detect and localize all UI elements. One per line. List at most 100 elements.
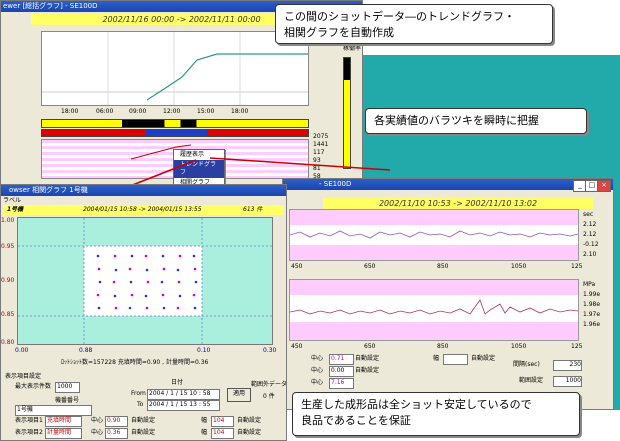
scatter-point: [192, 293, 196, 297]
x-tick: 0.30: [263, 347, 277, 354]
scatter-point: [162, 267, 166, 271]
width-label: 幅: [433, 355, 440, 362]
scatter-point: [176, 306, 180, 310]
width1-field[interactable]: 104: [211, 416, 234, 427]
auto-label: 自動設定: [131, 417, 156, 424]
top-trend-plot: [289, 209, 579, 261]
scatter-point: [161, 293, 165, 297]
width2-field[interactable]: 104: [211, 428, 234, 439]
apply-button[interactable]: 適用: [227, 388, 251, 402]
width-label: 幅: [201, 417, 208, 424]
bottom-trend-line: [289, 299, 579, 315]
scatter-point: [178, 254, 182, 258]
to-label: To: [137, 401, 144, 408]
center1-field[interactable]: 0.90: [105, 416, 128, 427]
scatter-point: [130, 293, 134, 297]
bottom-tick: 1.99e: [583, 291, 601, 298]
scatter-count: 613 件: [243, 206, 263, 213]
extra-value: 0 件: [263, 393, 275, 400]
scatter-point: [98, 280, 102, 284]
y-tick: 0.90: [1, 277, 15, 284]
scatter-title-text: owser 相関グラフ 1号機: [9, 186, 88, 194]
scatter-point: [113, 254, 117, 258]
y-tick: 0.80: [1, 339, 15, 346]
close-button[interactable]: ×: [597, 180, 611, 192]
width-field-1[interactable]: [443, 354, 468, 365]
x-tick: 450: [291, 343, 303, 350]
center-label: 中心: [91, 417, 104, 424]
scatter-point: [112, 280, 116, 284]
period-field[interactable]: 1000: [553, 376, 582, 387]
top-tick: 2.12: [583, 231, 597, 238]
scatter-point: [114, 268, 118, 272]
x-tick: 1050: [511, 263, 527, 270]
machine-no-select[interactable]: 1号機: [15, 405, 92, 416]
scatter-points: [96, 254, 198, 310]
center2-field[interactable]: 0.36: [105, 428, 128, 439]
top-trend-line: [289, 230, 579, 239]
scatter-point: [145, 306, 149, 310]
item1-label: 表示項目1: [15, 417, 43, 424]
from-label: From: [131, 390, 146, 397]
bottom-trend-plot: [289, 279, 579, 341]
x-tick: 450: [291, 263, 303, 270]
y-tick: 0.95: [1, 243, 15, 250]
center-field-3[interactable]: 7.16: [329, 378, 354, 389]
scatter-point: [160, 280, 164, 284]
date-label: 日付: [171, 379, 184, 386]
auto-label: 自動設定: [237, 429, 262, 436]
callout-quality: 生産した成形品は全ショット安定しているので 良品であることを保証: [292, 392, 580, 436]
top-tick: -0.12: [583, 241, 599, 248]
scatter-point: [97, 267, 101, 271]
x-tick: 0.88: [79, 347, 93, 354]
center-label: 中心: [91, 429, 104, 436]
trend-title-text: - SE100D: [319, 180, 352, 188]
center-field-1[interactable]: 0.71: [329, 354, 354, 365]
auto-label: 自動設定: [355, 367, 380, 374]
trend-range: 2002/11/10 10:53 -> 2002/11/10 13:02: [323, 198, 593, 209]
scatter-point: [114, 306, 118, 310]
top-unit: sec: [583, 211, 594, 218]
extra-label: 範囲外データ: [251, 381, 288, 388]
interval-field[interactable]: 230: [553, 360, 582, 371]
settings-title: 表示項目設定: [5, 373, 42, 380]
item2-select[interactable]: 計量時間: [45, 428, 82, 439]
bottom-unit: MPa: [583, 281, 596, 288]
scatter-point: [176, 268, 180, 272]
trend-titlebar: - SE100D: [283, 179, 613, 190]
scatter-plot: [17, 217, 273, 345]
auto-label: 自動設定: [355, 355, 380, 362]
period-label: 範囲設定: [519, 377, 544, 384]
x-tick: 125: [571, 263, 583, 270]
scatter-window: owser 相関グラフ 1号機 ラベル 1号機 2004/01/15 10:58…: [0, 184, 287, 441]
machine-label: 1号機: [7, 206, 24, 213]
scatter-point: [145, 268, 149, 272]
scatter-point: [177, 280, 181, 284]
center-field-2[interactable]: 0.00: [329, 366, 354, 377]
top-trend-svg: [289, 230, 579, 239]
y-tick: 1.00: [1, 217, 15, 224]
center-label: 中心: [311, 367, 324, 374]
max-shots-field[interactable]: 1000: [55, 382, 80, 393]
auto-label: 自動設定: [237, 417, 262, 424]
scatter-point: [144, 294, 148, 298]
scatter-point: [193, 306, 197, 310]
center-label: 中心: [311, 379, 324, 386]
center-label: 中心: [311, 355, 324, 362]
to-field[interactable]: 2004 / 1 / 15 13 : 55: [147, 400, 220, 411]
x-tick: 0.10: [197, 347, 211, 354]
machine-no-label: 機番番号: [55, 397, 80, 404]
scatter-point: [130, 254, 134, 258]
auto-label: 自動設定: [471, 355, 496, 362]
y-tick: 0.85: [1, 311, 15, 318]
bottom-tick: 1.97e: [583, 311, 601, 318]
scatter-point: [113, 294, 117, 298]
scatter-point: [96, 254, 100, 258]
from-field[interactable]: 2004 / 1 / 15 10 : 58: [147, 389, 220, 400]
item1-select[interactable]: 充填時間: [45, 416, 82, 427]
width-label: 幅: [201, 429, 208, 436]
scatter-point: [162, 306, 166, 310]
interval-label: 間隔(sec): [513, 361, 540, 368]
scatter-point: [96, 293, 100, 297]
scatter-point: [144, 254, 148, 258]
